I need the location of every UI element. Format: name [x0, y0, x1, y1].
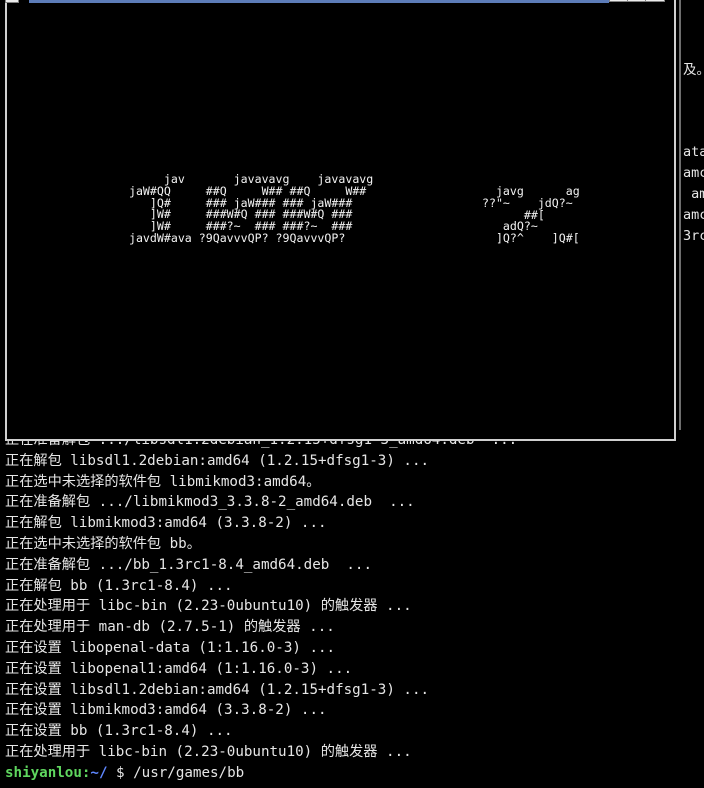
window-controls [609, 0, 685, 4]
ascii-logo-left: jav javavavg javavavg jaW#QQ ##Q W## ##Q… [128, 172, 374, 245]
background-window-text: amc [683, 207, 704, 223]
terminal-line: 正在设置 bb (1.3rc1-8.4) ... [5, 723, 233, 740]
close-button[interactable] [645, 0, 665, 2]
terminal-line: 正在准备解包 .../bb_1.3rc1-8.4_amd64.deb ... [5, 556, 372, 573]
terminal-line: 正在处理用于 man-db (2.7.5-1) 的触发器 ... [5, 619, 335, 636]
terminal-line: 正在准备解包 .../libmikmod3_3.3.8-2_amd64.deb … [5, 494, 415, 511]
prompt-path: ~/ [90, 764, 108, 781]
terminal-line: 正在选中未选择的软件包 bb。 [5, 535, 201, 552]
background-window-text: 及。 [683, 62, 704, 78]
terminal-line: 正在解包 libsdl1.2debian:amd64 (1.2.15+dfsg1… [5, 452, 430, 469]
window-menu-icon[interactable] [5, 0, 19, 3]
background-window-text: 3rc [683, 228, 704, 244]
minimize-button[interactable] [609, 0, 629, 2]
terminal-line: 正在解包 bb (1.3rc1-8.4) ... [5, 577, 233, 594]
prompt-command: /usr/games/bb [133, 764, 245, 781]
bb-demo-window[interactable]: jav javavavg javavavg jaW#QQ ##Q W## ##Q… [5, 0, 676, 441]
background-window-edge: 及。 ata amc am amc 3rc [679, 0, 704, 430]
background-window-text: am [691, 186, 704, 202]
prompt-user: shiyanlou: [5, 764, 91, 781]
maximize-button[interactable] [627, 0, 647, 2]
terminal-line: 正在处理用于 libc-bin (2.23-0ubuntu10) 的触发器 ..… [5, 598, 412, 615]
terminal-line: 正在选中未选择的软件包 libmikmod3:amd64。 [5, 473, 321, 490]
terminal-line: 正在设置 libopenal-data (1:1.16.0-3) ... [5, 639, 336, 656]
terminal-prompt-line[interactable]: shiyanlou:~/ $ /usr/games/bb [5, 763, 700, 784]
terminal-line: 正在设置 libsdl1.2debian:amd64 (1.2.15+dfsg1… [5, 681, 430, 698]
window-titlebar[interactable] [29, 0, 609, 3]
ascii-logo-right: javg ag ??"~ jdQ?~ ##[ adQ?~ ]Q?^ ]Q#[ [481, 184, 580, 246]
terminal-line: 正在设置 libopenal1:amd64 (1:1.16.0-3) ... [5, 660, 353, 677]
terminal-line: 正在处理用于 libc-bin (2.23-0ubuntu10) 的触发器 ..… [5, 743, 412, 760]
background-window-text: amc [683, 165, 704, 181]
terminal-output: 正在准备解包 .../libsdl1.2debian_1.2.15+dfsg1-… [5, 430, 700, 784]
terminal-line: 正在解包 libmikmod3:amd64 (3.3.8-2) ... [5, 515, 327, 532]
terminal-line: 正在设置 libmikmod3:amd64 (3.3.8-2) ... [5, 702, 327, 719]
prompt-symbol: $ [107, 764, 134, 781]
background-window-text: ata [683, 144, 704, 160]
